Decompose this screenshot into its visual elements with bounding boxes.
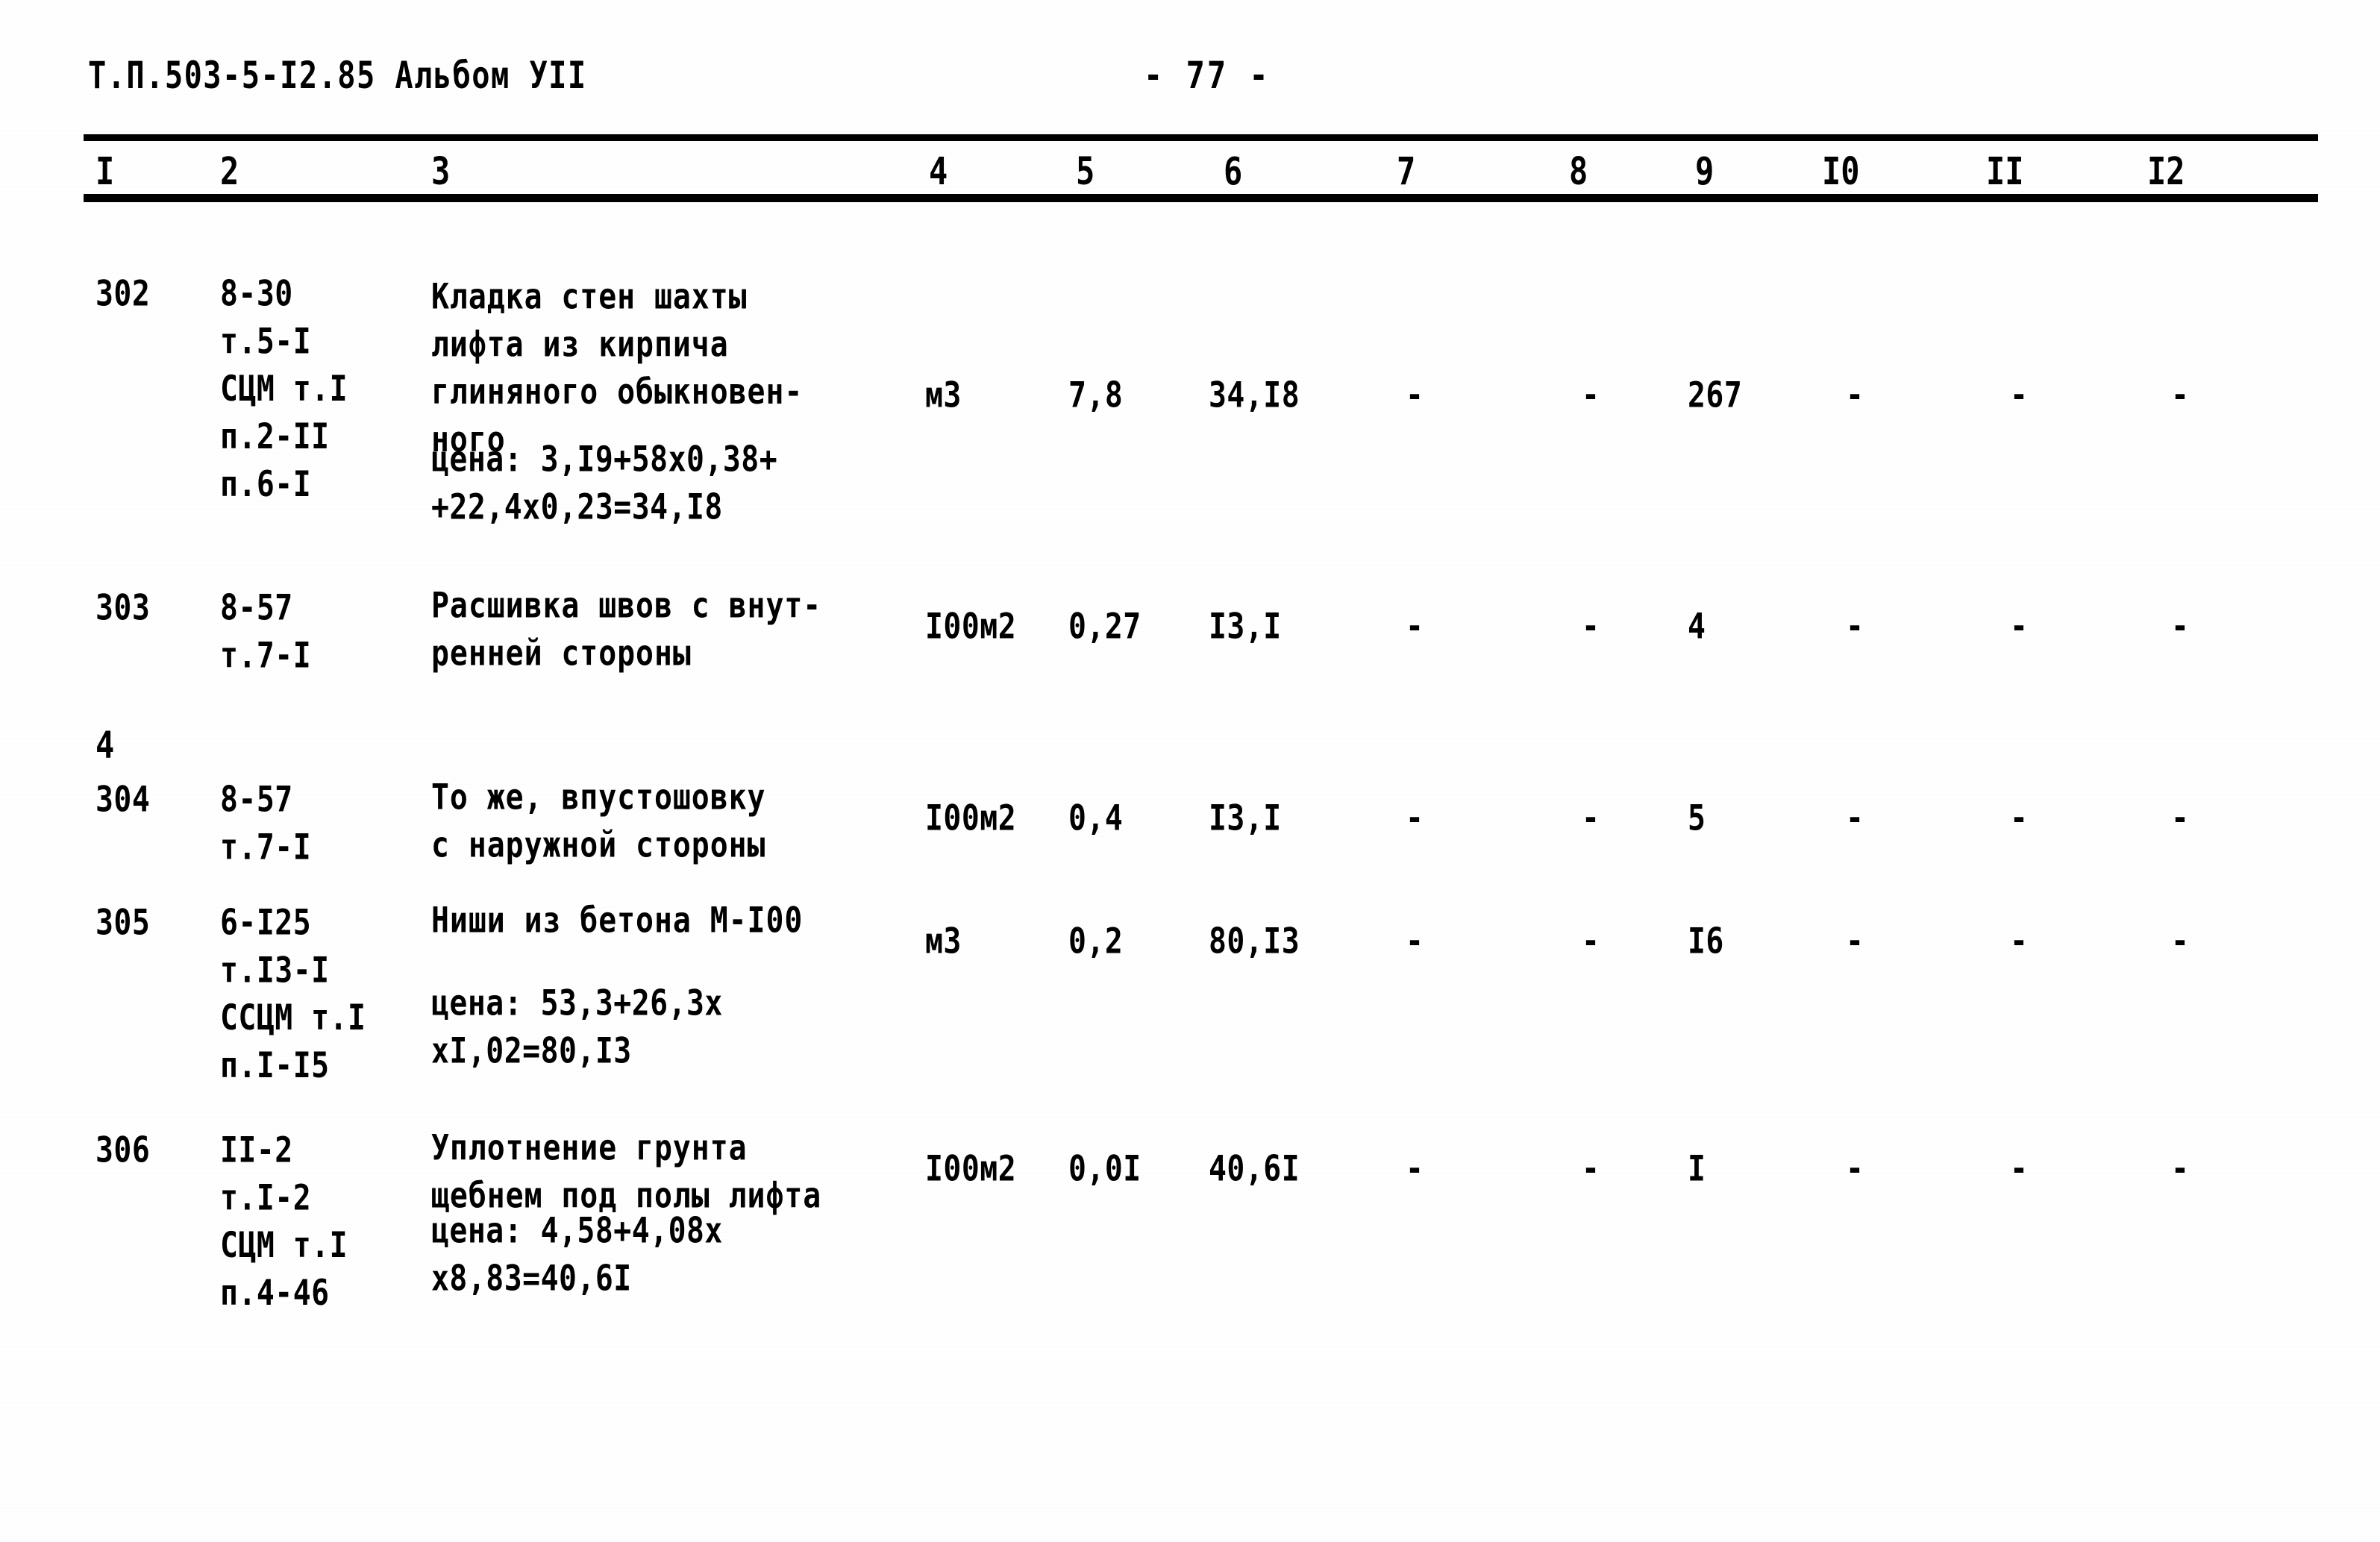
- row-col7: -: [1406, 605, 1424, 648]
- row-norm-codes: II-2 т.I-2 СЦМ т.I п.4-46: [220, 1129, 348, 1314]
- row-number: 303: [95, 586, 151, 629]
- row-norm-codes: 8-30 т.5-I СЦМ т.I п.2-II п.6-I: [220, 272, 348, 505]
- stray-mark: 4: [95, 724, 115, 767]
- row-col10: -: [1846, 374, 1864, 416]
- row-norm-codes: 8-57 т.7-I: [220, 586, 312, 676]
- table-body: 302 8-30 т.5-I СЦМ т.I п.2-II п.6-I Кладка…: [0, 0, 2380, 1542]
- row-col10: -: [1846, 605, 1864, 648]
- row-number: 302: [95, 272, 151, 315]
- row-quantity: 0,4: [1068, 797, 1124, 839]
- row-total: 267: [1688, 374, 1743, 416]
- row-col7: -: [1406, 374, 1424, 416]
- row-unit-price: 40,6I: [1209, 1147, 1300, 1190]
- row-description: Уплотнение грунта щебнем под полы лифта: [431, 1126, 822, 1216]
- row-col11: -: [2010, 797, 2029, 839]
- row-norm-codes: 8-57 т.7-I: [220, 778, 312, 868]
- row-col12: -: [2171, 920, 2190, 962]
- row-col11: -: [2010, 605, 2029, 648]
- row-col8: -: [1582, 605, 1600, 648]
- row-description: Кладка стен шахты лифта из кирпича глиня…: [431, 275, 804, 460]
- row-unit-price: 34,I8: [1209, 374, 1300, 416]
- row-quantity: 0,0I: [1068, 1147, 1142, 1190]
- row-description: Ниши из бетона М-I00: [431, 899, 804, 941]
- row-col12: -: [2171, 605, 2190, 648]
- row-number: 306: [95, 1129, 151, 1171]
- row-quantity: 0,2: [1068, 920, 1124, 962]
- row-col10: -: [1846, 797, 1864, 839]
- row-col11: -: [2010, 374, 2029, 416]
- row-unit: м3: [925, 920, 962, 962]
- row-col12: -: [2171, 1147, 2190, 1190]
- row-col12: -: [2171, 797, 2190, 839]
- row-col10: -: [1846, 920, 1864, 962]
- row-col7: -: [1406, 797, 1424, 839]
- row-col8: -: [1582, 374, 1600, 416]
- row-quantity: 7,8: [1068, 374, 1124, 416]
- row-unit-price: I3,I: [1209, 605, 1282, 648]
- row-unit: I00м2: [925, 797, 1017, 839]
- row-col11: -: [2010, 920, 2029, 962]
- row-col8: -: [1582, 1147, 1600, 1190]
- row-description: Расшивка швов с внут- ренней стороны: [431, 584, 822, 674]
- row-number: 305: [95, 901, 151, 944]
- row-price-formula: цена: 53,3+26,3х хI,02=80,I3: [431, 982, 723, 1071]
- row-col11: -: [2010, 1147, 2029, 1190]
- row-quantity: 0,27: [1068, 605, 1142, 648]
- row-col7: -: [1406, 1147, 1424, 1190]
- row-unit-price: 80,I3: [1209, 920, 1300, 962]
- row-unit-price: I3,I: [1209, 797, 1282, 839]
- row-col12: -: [2171, 374, 2190, 416]
- row-total: I6: [1688, 920, 1724, 962]
- row-col7: -: [1406, 920, 1424, 962]
- row-total: 5: [1688, 797, 1706, 839]
- row-price-formula: цена: 3,I9+58х0,38+ +22,4х0,23=34,I8: [431, 438, 778, 527]
- row-total: I: [1688, 1147, 1706, 1190]
- document-page: Т.П.503-5-I2.85 Альбом УII - 77 - I23456…: [0, 0, 2380, 1542]
- row-col10: -: [1846, 1147, 1864, 1190]
- row-norm-codes: 6-I25 т.I3-I ССЦМ т.I п.I-I5: [220, 901, 366, 1086]
- row-col8: -: [1582, 797, 1600, 839]
- row-total: 4: [1688, 605, 1706, 648]
- row-number: 304: [95, 778, 151, 821]
- row-unit: I00м2: [925, 605, 1017, 648]
- row-unit: I00м2: [925, 1147, 1017, 1190]
- row-price-formula: цена: 4,58+4,08х х8,83=40,6I: [431, 1209, 723, 1299]
- row-col8: -: [1582, 920, 1600, 962]
- row-description: То же, впустошовку с наружной стороны: [431, 776, 766, 865]
- row-unit: м3: [925, 374, 962, 416]
